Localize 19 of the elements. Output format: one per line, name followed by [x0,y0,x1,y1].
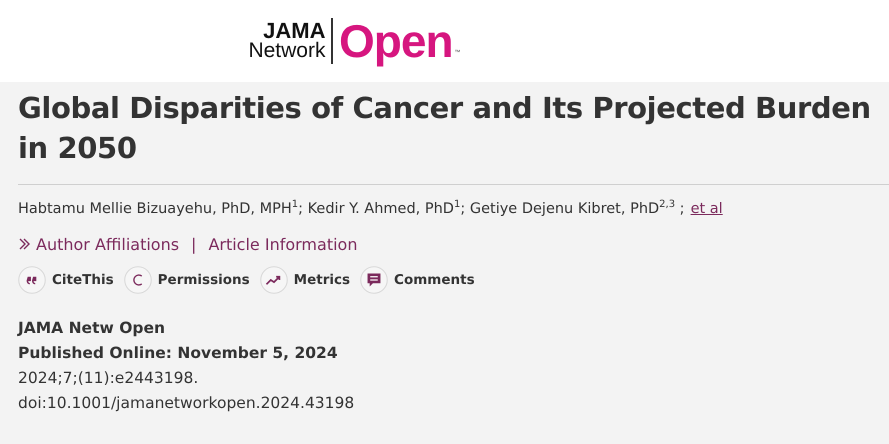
citation: 2024;7;(11):e2443198. [18,368,200,389]
journal-name: JAMA Netw Open [18,318,166,339]
comment-icon [360,266,388,294]
action-button[interactable]: Comments [360,266,475,294]
double-chevron-icon[interactable] [18,237,32,252]
article-title: Global Disparities of Cancer and Its Projected Burden in 2050 [18,90,872,167]
permissions-icon [124,266,152,294]
action-button[interactable]: Metrics [260,266,350,294]
author-list: Habtamu Mellie Bizuayehu, PhD, MPH$^{1}$; Kedir Y. Ahmed, PhD$^{1}$; Getiye Dejenu Kibret, PhD$^{2,3}$ ; [18,200,685,217]
trend-icon [260,266,288,294]
et-al-link[interactable]: et al [690,200,723,217]
action-button[interactable]: CiteThis [18,266,114,294]
article-information-link[interactable]: Article Information [208,234,358,254]
doi: doi:10.1001/jamanetworkopen.2024.43198 [18,392,356,414]
author-affiliations-link[interactable]: Author Affiliations [36,234,180,254]
action-button[interactable]: Permissions [124,266,250,294]
separator: | [191,234,196,254]
quote-icon [18,266,46,294]
publish-date: Published Online: November 5, 2024 [18,342,339,364]
